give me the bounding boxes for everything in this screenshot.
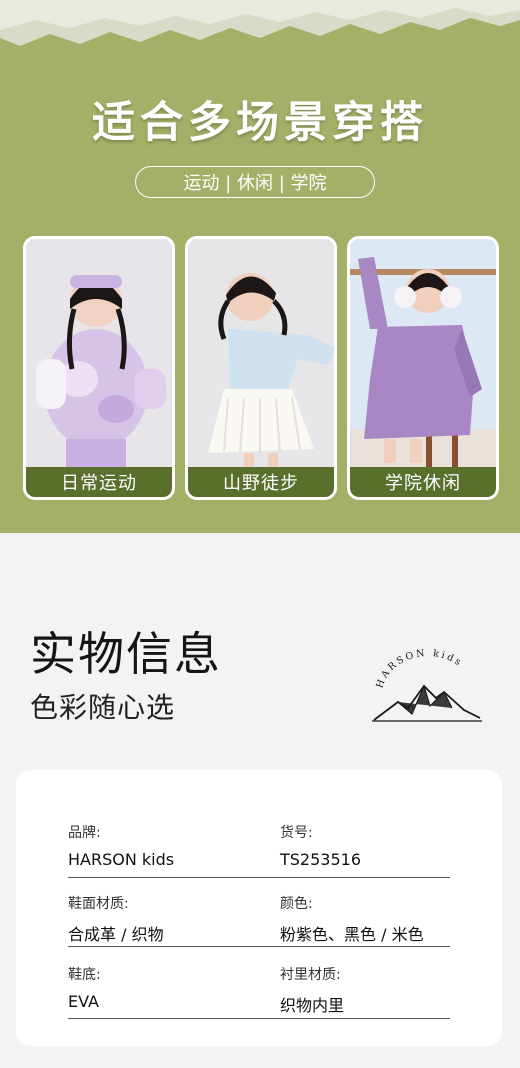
spec-value: 织物内里	[280, 996, 345, 1015]
spec-lining: 衬里材质: 织物内里	[280, 964, 344, 1016]
scene-banner: 适合多场景穿搭 运动 | 休闲 | 学院 日常运动 山野徒步 学院休闲	[0, 0, 520, 533]
spec-label: 颜色:	[280, 896, 313, 912]
spec-value: 粉紫色、黑色 / 米色	[280, 925, 424, 944]
spec-row: 鞋面材质: 合成革 / 织物 颜色: 粉紫色、黑色 / 米色	[68, 893, 450, 963]
girl-campus-photo	[350, 239, 496, 467]
torn-paper-decoration	[0, 0, 520, 46]
spec-row: 鞋底: EVA 衬里材质: 织物内里	[68, 964, 450, 1034]
spec-upper-material: 鞋面材质: 合成革 / 织物	[68, 893, 164, 945]
spec-label: 衬里材质:	[280, 967, 341, 983]
spec-value: HARSON kids	[68, 850, 175, 869]
spec-row: 品牌: HARSON kids 货号: TS253516	[68, 822, 450, 892]
scene-tags: 运动 | 休闲 | 学院	[135, 166, 375, 198]
spec-value: EVA	[68, 992, 99, 1011]
divider	[68, 877, 450, 878]
spec-brand: 品牌: HARSON kids	[68, 822, 174, 869]
spec-label: 品牌:	[68, 825, 101, 841]
scene-cards: 日常运动 山野徒步 学院休闲	[23, 236, 499, 500]
spec-label: 鞋面材质:	[68, 896, 129, 912]
spec-label: 鞋底:	[68, 967, 101, 983]
scene-card-sport[interactable]: 日常运动	[23, 236, 175, 500]
spec-sole: 鞋底: EVA	[68, 964, 101, 1011]
divider	[68, 946, 450, 947]
logo-text: HARSON kids	[374, 648, 464, 690]
spec-label: 货号:	[280, 825, 313, 841]
spec-item-number: 货号: TS253516	[280, 822, 361, 869]
brand-logo: HARSON kids	[372, 648, 482, 722]
girl-sport-photo	[26, 239, 172, 467]
scene-label: 学院休闲	[350, 467, 496, 497]
page-title: 适合多场景穿搭	[92, 98, 428, 148]
spec-color: 颜色: 粉紫色、黑色 / 米色	[280, 893, 424, 945]
divider	[68, 1018, 450, 1019]
scene-label: 日常运动	[26, 467, 172, 497]
scene-card-campus[interactable]: 学院休闲	[347, 236, 499, 500]
scene-card-hiking[interactable]: 山野徒步	[185, 236, 337, 500]
scene-label: 山野徒步	[188, 467, 334, 497]
info-subtitle: 色彩随心选	[30, 691, 176, 724]
spec-value: TS253516	[280, 850, 362, 869]
girl-hiking-photo	[188, 239, 334, 467]
spec-value: 合成革 / 织物	[68, 925, 164, 944]
info-title: 实物信息	[30, 627, 222, 681]
